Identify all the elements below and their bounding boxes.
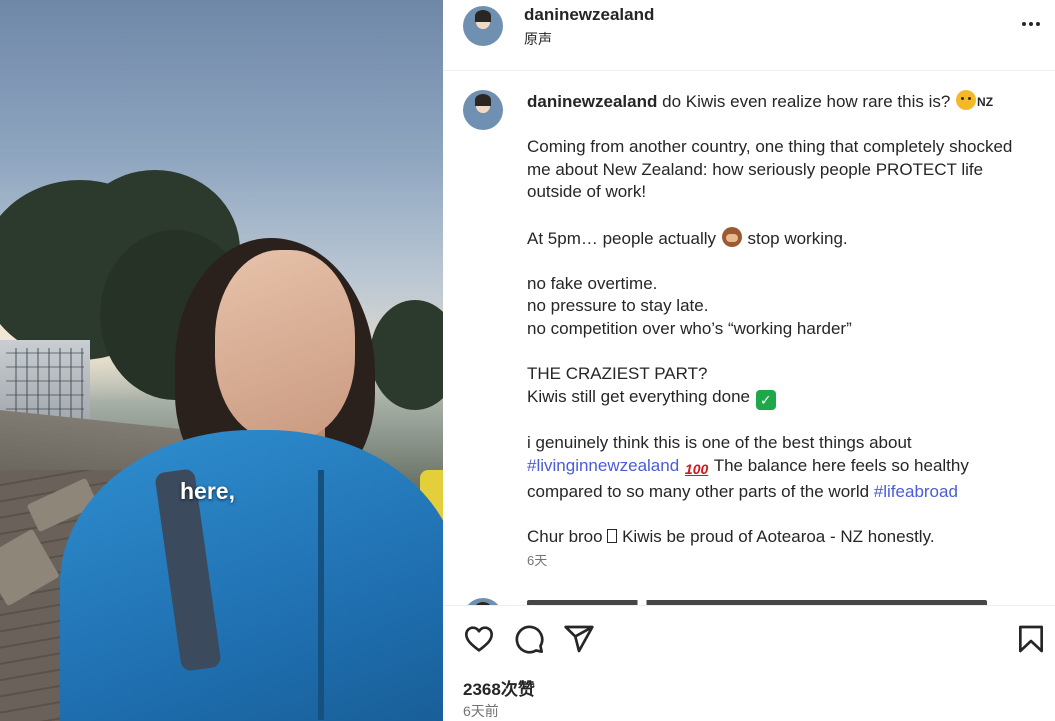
bookmark-icon[interactable] [1015, 623, 1047, 655]
heart-icon[interactable] [463, 623, 495, 655]
check-mark-icon: ✓ [755, 389, 776, 410]
caption-line: no competition over who’s “working harde… [527, 318, 852, 338]
caption-paragraph: Coming from another country, one thing t… [527, 137, 1013, 202]
audio-label[interactable]: 原声 [524, 29, 552, 49]
post-modal: here, daninewzealand 原声 daninewzealand d… [0, 0, 1055, 721]
more-horizontal-icon[interactable] [1019, 12, 1043, 36]
caption-timestamp[interactable]: 6天 [527, 550, 547, 569]
nz-flag-icon: NZ [977, 95, 994, 109]
post-date[interactable]: 6天前 [463, 701, 499, 721]
caption-line: no fake overtime. [527, 273, 658, 293]
commenter-avatar[interactable] [463, 598, 503, 605]
caption-text: Kiwis be proud of Aotearoa - NZ honestly… [622, 526, 935, 546]
caption-text: Kiwis still get everything done [527, 386, 751, 406]
caption-line: i genuinely think this is one of the bes… [527, 433, 912, 453]
jacket-zipper [318, 470, 324, 720]
caption-text: Chur broo [527, 526, 603, 546]
missing-glyph-icon [607, 528, 618, 543]
share-icon[interactable] [563, 623, 595, 655]
caption-text: The balance here feels so healthy [713, 455, 969, 475]
post-panel: daninewzealand 原声 daninewzealand do Kiwi… [443, 0, 1055, 721]
video-caption: here, [180, 478, 235, 504]
flushed-face-icon [956, 90, 977, 110]
post-caption: daninewzealand do Kiwis even realize how… [527, 90, 1032, 548]
caption-text: At 5pm… people actually [527, 228, 716, 248]
author-username[interactable]: daninewzealand [524, 5, 654, 25]
person-face [215, 250, 355, 440]
post-header: daninewzealand 原声 [443, 0, 1055, 71]
blue-jacket [60, 430, 443, 721]
caption-intro: do Kiwis even realize how rare this is? [662, 92, 951, 111]
next-comment-clipped [527, 598, 987, 605]
comments-section[interactable]: daninewzealand do Kiwis even realize how… [443, 72, 1055, 606]
like-count[interactable]: 2368次赞 [463, 675, 535, 700]
caption-text: compared to so many other parts of the w… [527, 481, 870, 501]
comment-icon[interactable] [513, 623, 545, 655]
hundred-points-icon: 100 [684, 460, 709, 477]
caption-line: no pressure to stay late. [527, 296, 709, 316]
see-no-evil-monkey-icon [721, 226, 742, 247]
caption-username[interactable]: daninewzealand [527, 92, 657, 111]
hashtag-link[interactable]: #livinginnewzealand [527, 456, 679, 475]
video-player[interactable]: here, [0, 0, 443, 721]
caption-text: stop working. [747, 228, 848, 248]
hashtag-link[interactable]: #lifeabroad [874, 482, 958, 501]
caption-author-avatar[interactable] [463, 90, 503, 130]
caption-line: THE CRAZIEST PART? [527, 364, 708, 384]
author-avatar[interactable] [463, 6, 503, 46]
action-bar: 2368次赞 6天前 [443, 607, 1055, 721]
